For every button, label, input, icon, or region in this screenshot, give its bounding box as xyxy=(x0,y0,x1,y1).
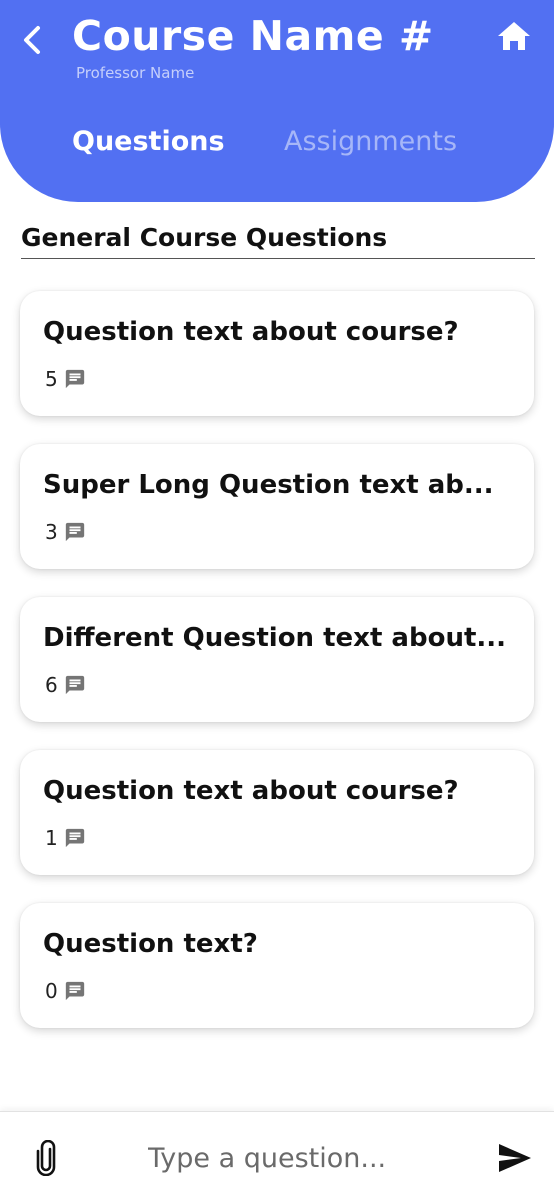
attach-button[interactable] xyxy=(28,1138,64,1178)
course-header: Course Name # Professor Name Questions A… xyxy=(0,0,554,202)
question-card[interactable]: Super Long Question text ab... 3 xyxy=(20,444,534,569)
question-meta: 0 xyxy=(45,979,86,1003)
question-meta: 1 xyxy=(45,826,86,850)
question-card[interactable]: Question text about course? 1 xyxy=(20,750,534,875)
back-button[interactable] xyxy=(12,18,52,62)
send-icon xyxy=(499,1144,531,1172)
question-card[interactable]: Question text? 0 xyxy=(20,903,534,1028)
home-button[interactable] xyxy=(494,16,534,56)
tab-assignments[interactable]: Assignments xyxy=(284,126,457,157)
comment-icon xyxy=(64,827,86,849)
send-button[interactable] xyxy=(494,1138,536,1178)
comment-count: 6 xyxy=(45,673,58,697)
question-input[interactable] xyxy=(148,1136,468,1180)
comment-icon xyxy=(64,521,86,543)
section-title: General Course Questions xyxy=(21,223,388,252)
tab-questions[interactable]: Questions xyxy=(72,126,225,157)
paperclip-icon xyxy=(36,1140,56,1176)
professor-name: Professor Name xyxy=(76,64,195,82)
comment-count: 1 xyxy=(45,826,58,850)
home-icon xyxy=(498,22,530,50)
comment-icon xyxy=(64,980,86,1002)
section-divider xyxy=(21,258,535,259)
question-text: Question text about course? xyxy=(43,776,459,806)
question-text: Different Question text about... xyxy=(43,623,507,653)
question-text: Question text? xyxy=(43,929,258,959)
course-title: Course Name # xyxy=(72,12,434,60)
question-composer xyxy=(0,1111,554,1200)
question-card[interactable]: Different Question text about... 6 xyxy=(20,597,534,722)
question-meta: 3 xyxy=(45,520,86,544)
comment-count: 5 xyxy=(45,367,58,391)
question-meta: 5 xyxy=(45,367,86,391)
comment-count: 0 xyxy=(45,979,58,1003)
comment-count: 3 xyxy=(45,520,58,544)
question-meta: 6 xyxy=(45,673,86,697)
question-text: Super Long Question text ab... xyxy=(43,470,494,500)
comment-icon xyxy=(64,368,86,390)
chevron-left-icon xyxy=(24,26,40,54)
comment-icon xyxy=(64,674,86,696)
question-text: Question text about course? xyxy=(43,317,459,347)
question-card[interactable]: Question text about course? 5 xyxy=(20,291,534,416)
